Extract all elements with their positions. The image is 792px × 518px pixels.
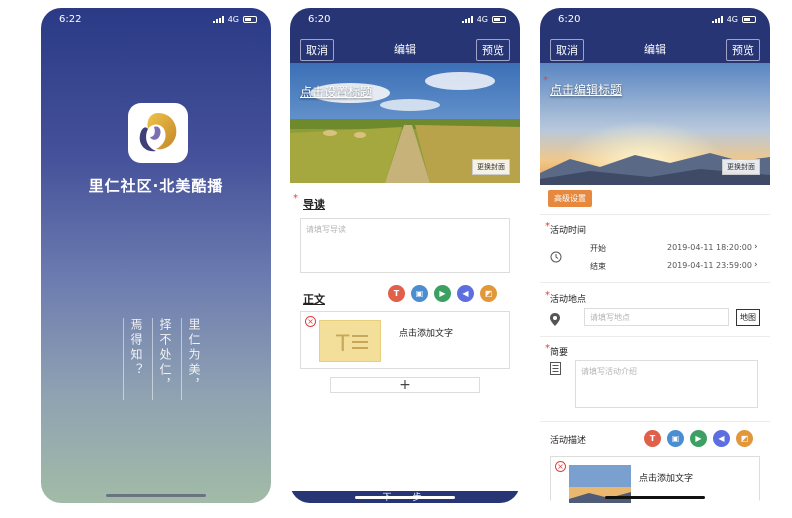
splash-screen: 6:22 4G 里仁社区·北美酷播 焉得知？ 择不处仁， 里仁为美， (41, 8, 271, 503)
start-label: 开始 (590, 244, 606, 253)
chevron-right-icon[interactable]: › (754, 260, 758, 270)
gallery-icon[interactable]: ◩ (736, 430, 753, 447)
intro-label: 导读 (303, 198, 325, 211)
preview-button[interactable]: 预览 (476, 39, 510, 61)
cover-image[interactable]: 点击设置标题 更换封面 (290, 63, 520, 183)
event-time-label: 活动时间 (550, 226, 587, 236)
video-icon[interactable]: ▶ (690, 430, 707, 447)
status-time: 6:20 (308, 13, 331, 25)
body-label: 正文 (303, 293, 325, 306)
status-bar: 6:22 4G (41, 8, 271, 30)
summary-label: 简要 (550, 348, 569, 358)
description-label: 活动描述 (550, 436, 587, 446)
home-indicator (355, 496, 455, 499)
location-input[interactable]: 请填写地点 (584, 308, 729, 326)
add-text-caption: 点击添加文字 (639, 474, 694, 484)
status-bar: 6:20 4G (290, 8, 520, 30)
network-label: 4G (726, 14, 738, 24)
nav-bar: 6:20 4G 取消 编辑 预览 (540, 8, 770, 70)
poem-column-2: 择不处仁， (152, 318, 175, 400)
intro-textarea[interactable]: 请填写导读 (300, 218, 510, 273)
change-cover-button[interactable]: 更换封面 (722, 159, 760, 175)
change-cover-button[interactable]: 更换封面 (472, 159, 510, 175)
home-indicator (605, 496, 705, 499)
svg-text:T: T (335, 332, 350, 357)
text-block-icon: T (335, 332, 368, 357)
battery-icon (492, 15, 506, 23)
text-block-thumbnail: T (319, 320, 381, 362)
advanced-settings-button[interactable]: 高级设置 (548, 190, 592, 207)
add-text-caption: 点击添加文字 (399, 329, 454, 339)
status-time: 6:20 (558, 13, 581, 25)
chevron-right-icon[interactable]: › (754, 242, 758, 252)
end-datetime[interactable]: 2019-04-11 23:59:00 (667, 261, 752, 270)
content-block-card[interactable]: × T 点击添加文字 (300, 311, 510, 369)
add-block-button[interactable]: + (330, 377, 480, 393)
signal-icon (461, 15, 473, 23)
divider (540, 214, 770, 215)
cover-image[interactable]: 点击编辑标题 * 更换封面 (540, 63, 770, 185)
cover-title-link[interactable]: 点击设置标题 (300, 83, 372, 100)
clock-icon (550, 248, 562, 267)
poem-column-1: 里仁为美， (181, 318, 204, 400)
map-button[interactable]: 地图 (736, 309, 760, 326)
cover-title-link[interactable]: 点击编辑标题 (550, 81, 622, 98)
app-title: 里仁社区·北美酷播 (88, 177, 224, 195)
text-icon[interactable]: T (388, 285, 405, 302)
event-editor-screen: 6:20 4G 取消 编辑 预览 点击编辑标题 * 更换封面 高级设置 * 活动… (540, 8, 770, 503)
nav-bar: 6:20 4G 取消 编辑 预览 (290, 8, 520, 70)
content-toolbar: T ▣ ▶ ◀ ◩ (388, 285, 497, 302)
end-label: 结束 (590, 262, 606, 271)
status-time: 6:22 (59, 13, 82, 25)
location-label: 活动地点 (550, 295, 587, 305)
summary-textarea[interactable]: 请填写活动介绍 (575, 360, 758, 408)
network-label: 4G (476, 14, 488, 24)
battery-icon (742, 15, 756, 23)
location-pin-icon (550, 311, 560, 330)
article-editor-screen: 6:20 4G 取消 编辑 预览 点击设置标题 更换封面 * 导读 请填写导读 … (290, 8, 520, 503)
battery-icon (243, 15, 257, 23)
status-bar: 6:20 4G (540, 8, 770, 30)
required-marker: * (293, 193, 298, 204)
start-datetime[interactable]: 2019-04-11 18:20:00 (667, 243, 752, 252)
video-icon[interactable]: ▶ (434, 285, 451, 302)
required-marker: * (543, 75, 548, 86)
audio-icon[interactable]: ◀ (713, 430, 730, 447)
preview-button[interactable]: 预览 (726, 39, 760, 61)
signal-icon (212, 15, 224, 23)
home-indicator (106, 494, 206, 497)
network-label: 4G (227, 14, 239, 24)
delete-icon[interactable]: × (555, 461, 566, 472)
divider (540, 421, 770, 422)
app-logo-icon (128, 103, 188, 163)
image-icon[interactable]: ▣ (667, 430, 684, 447)
text-icon[interactable]: T (644, 430, 661, 447)
divider (540, 336, 770, 337)
audio-icon[interactable]: ◀ (457, 285, 474, 302)
signal-icon (711, 15, 723, 23)
divider (540, 282, 770, 283)
gallery-icon[interactable]: ◩ (480, 285, 497, 302)
document-icon (550, 360, 561, 379)
poem: 焉得知？ 择不处仁， 里仁为美， (123, 318, 204, 400)
poem-column-3: 焉得知？ (123, 318, 146, 400)
delete-icon[interactable]: × (305, 316, 316, 327)
image-icon[interactable]: ▣ (411, 285, 428, 302)
content-toolbar: T ▣ ▶ ◀ ◩ (644, 430, 753, 447)
